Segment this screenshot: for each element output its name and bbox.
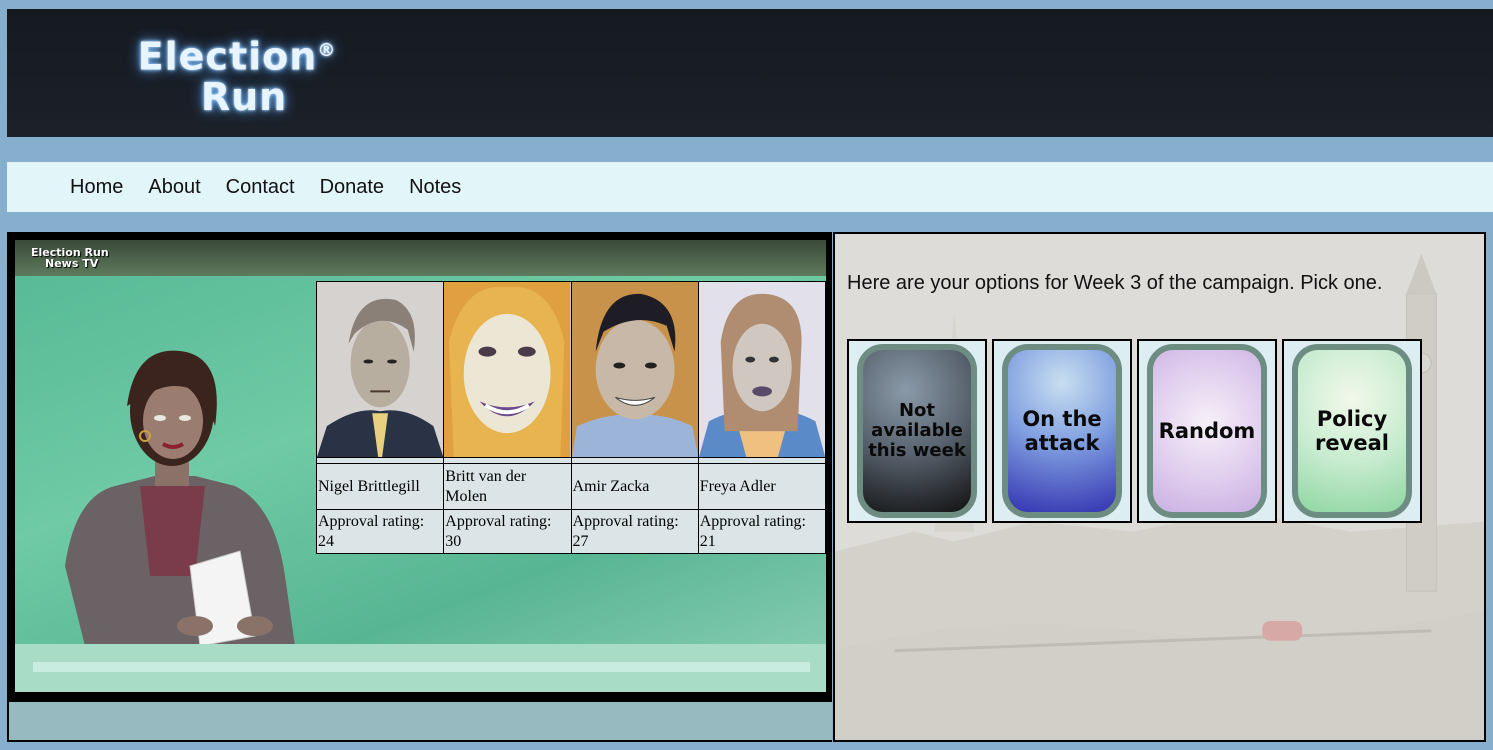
candidate-approval-rating: Approval rating: 24 xyxy=(315,509,445,554)
logo-line2: Run xyxy=(200,74,288,119)
news-tv-screen: Election Run News TV Nigel Brittlegill B… xyxy=(15,240,826,692)
candidates-table: Nigel Brittlegill Britt van der Molen Am… xyxy=(315,281,826,554)
tv-title-bar: Election Run News TV xyxy=(15,240,826,276)
option-card-label: Random xyxy=(1147,344,1267,518)
nav-about[interactable]: About xyxy=(148,176,200,199)
candidate-portrait-cell xyxy=(315,281,445,458)
nav-home[interactable]: Home xyxy=(70,176,123,199)
option-card-label: Not available this week xyxy=(857,344,977,518)
news-panel-footer xyxy=(9,700,832,740)
tv-channel-line2: News TV xyxy=(45,257,99,270)
option-card-not-available[interactable]: Not available this week xyxy=(847,339,987,523)
option-card-label: Policy reveal xyxy=(1292,344,1412,518)
candidate-portrait-cell xyxy=(443,281,572,458)
options-prompt: Here are your options for Week 3 of the … xyxy=(847,272,1383,294)
candidate-approval-rating: Approval rating: 27 xyxy=(570,509,699,554)
nav-donate[interactable]: Donate xyxy=(320,176,385,199)
nav-notes[interactable]: Notes xyxy=(409,176,461,199)
nav-contact[interactable]: Contact xyxy=(226,176,295,199)
logo-registered-mark: ® xyxy=(317,40,337,61)
candidate-approval-rating: Approval rating: 21 xyxy=(697,509,826,554)
amir-portrait-image xyxy=(571,282,698,457)
candidate-name: Amir Zacka xyxy=(570,463,699,510)
britt-portrait-image xyxy=(444,282,571,457)
news-panel: Election Run News TV Nigel Brittlegill B… xyxy=(7,232,832,742)
tv-ticker-strip xyxy=(33,662,810,672)
candidate-name: Britt van der Molen xyxy=(443,463,572,510)
option-card-policy-reveal[interactable]: Policy reveal xyxy=(1282,339,1422,523)
option-card-label: On the attack xyxy=(1002,344,1122,518)
freya-portrait-image xyxy=(698,282,825,457)
candidate-name: Nigel Brittlegill xyxy=(315,463,445,510)
logo-line1: Election xyxy=(137,34,318,79)
candidate-portrait-cell xyxy=(570,281,699,458)
tv-channel-logo: Election Run News TV xyxy=(31,247,109,269)
candidate-name: Freya Adler xyxy=(697,463,826,510)
candidate-portrait-cell xyxy=(697,281,826,458)
options-panel: Here are your options for Week 3 of the … xyxy=(833,232,1486,742)
site-logo[interactable]: Election® Run xyxy=(107,31,427,117)
main-nav: Home About Contact Donate Notes xyxy=(7,162,1493,212)
tv-lower-band xyxy=(15,644,826,692)
site-header: Election® Run xyxy=(7,9,1493,137)
option-card-on-the-attack[interactable]: On the attack xyxy=(992,339,1132,523)
option-card-random[interactable]: Random xyxy=(1137,339,1277,523)
nigel-portrait-image xyxy=(317,282,444,457)
options-cards: Not available this week On the attack Ra… xyxy=(847,339,1422,523)
candidate-approval-rating: Approval rating: 30 xyxy=(443,509,572,554)
news-anchor-illustration xyxy=(65,350,295,646)
